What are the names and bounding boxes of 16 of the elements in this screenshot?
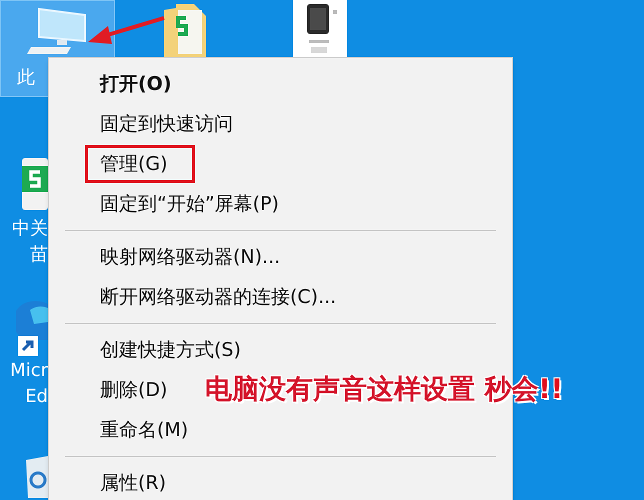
computer-icon [26,7,88,55]
menu-item[interactable]: 固定到“开始”屏幕(P) [100,190,279,218]
icon-label: 此 [17,69,35,87]
menu-item[interactable]: 映射网络驱动器(N)... [100,242,280,272]
recycle-bin-icon [24,456,48,498]
icon-label: Ed [25,385,48,409]
icon-label: Micr [10,359,48,383]
icon-label: 中关 [12,217,48,241]
menu-item[interactable]: 属性(R) [100,468,166,498]
menu-item[interactable]: 重命名(M) [100,416,188,444]
menu-item[interactable]: 创建快捷方式(S) [100,336,241,364]
menu-item[interactable]: 删除(D) [100,376,168,404]
browser-shortcut-icon [16,300,48,358]
menu-item[interactable]: 固定到快速访问 [100,110,233,138]
menu-item[interactable]: 断开网络驱动器的连接(C)... [100,282,336,312]
icon-label: 苗 [30,243,48,267]
